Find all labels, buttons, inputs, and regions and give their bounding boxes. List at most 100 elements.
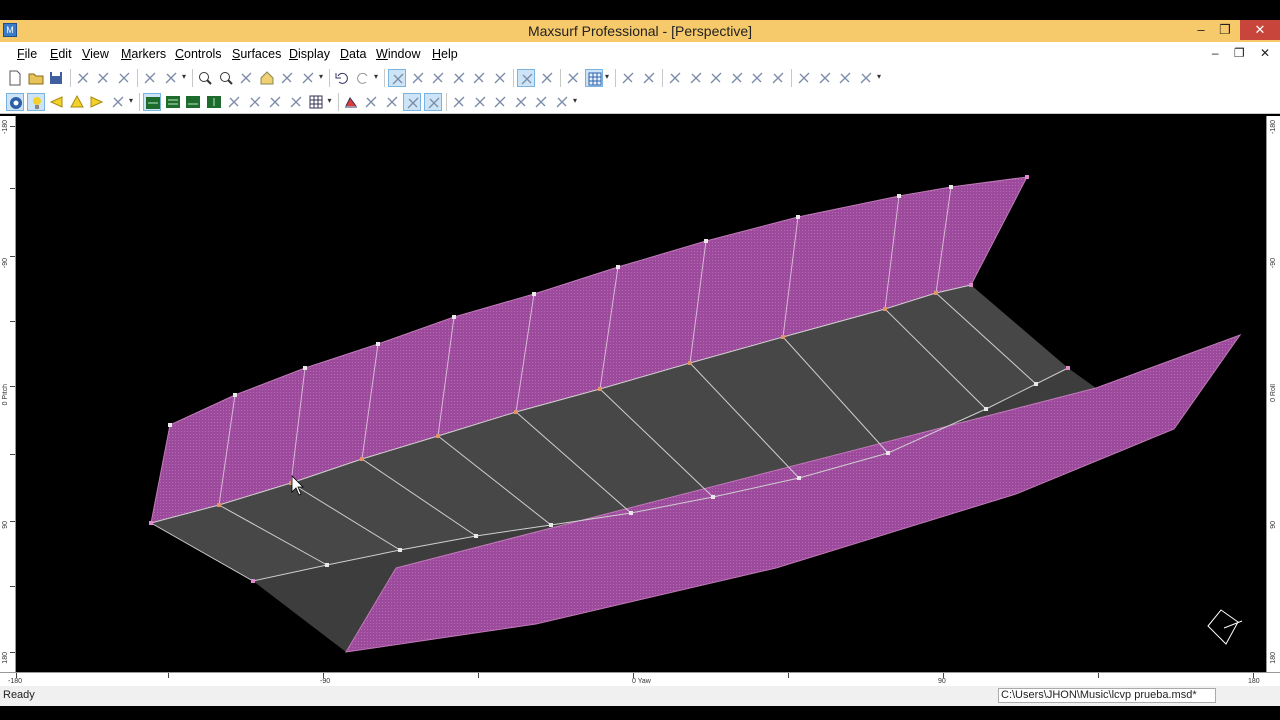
group-icon[interactable] [491, 69, 509, 87]
controls-on-icon[interactable] [538, 69, 556, 87]
diagonals-icon[interactable] [287, 93, 305, 111]
align-icon[interactable] [470, 69, 488, 87]
menu-surfaces[interactable]: Surfaces [232, 47, 281, 61]
bond-icon[interactable] [728, 69, 746, 87]
menu-data[interactable]: Data [340, 47, 366, 61]
arrow-left-icon[interactable] [47, 93, 65, 111]
perspective-viewport[interactable] [16, 116, 1266, 672]
new-file-icon[interactable] [6, 69, 24, 87]
curve-icon[interactable] [564, 69, 582, 87]
mirror-icon[interactable] [423, 93, 442, 111]
design-grid-icon[interactable] [553, 93, 571, 111]
menu-edit[interactable]: Edit [50, 47, 72, 61]
mdi-window-controls[interactable]: – ❐ ✕ [1212, 46, 1276, 60]
paste-icon[interactable] [115, 69, 133, 87]
fit-icon[interactable] [836, 69, 854, 87]
yaw-ruler[interactable]: -180 -90 0 Yaw 90 180 [0, 672, 1280, 686]
hide-icon[interactable] [512, 93, 530, 111]
dropdown-arrow-icon[interactable]: ▾ [374, 72, 378, 81]
dropdown-arrow-icon[interactable]: ▾ [182, 72, 186, 81]
shade-icon[interactable] [299, 69, 317, 87]
trim-icon[interactable] [403, 93, 421, 111]
globe-icon[interactable] [6, 93, 24, 111]
show-icon[interactable] [471, 93, 489, 111]
redo-icon[interactable] [354, 69, 372, 87]
dropdown-arrow-icon[interactable]: ▾ [877, 72, 881, 81]
close-button[interactable]: ✕ [1240, 20, 1280, 40]
pointer-icon[interactable] [450, 69, 468, 87]
circle-icon[interactable] [640, 69, 658, 87]
cut-icon[interactable] [74, 69, 92, 87]
orientation-gizmo-icon [1207, 609, 1243, 645]
menu-file[interactable]: File [17, 47, 37, 61]
straighten-icon[interactable] [748, 69, 766, 87]
open-folder-icon[interactable] [27, 69, 45, 87]
pitch-tick-label: -180 [2, 120, 9, 135]
plan-icon[interactable] [164, 93, 182, 111]
pitch-tick-label: 90 [2, 521, 9, 529]
pan-icon[interactable] [237, 69, 255, 87]
line-icon[interactable] [666, 69, 684, 87]
toolbar-separator [615, 69, 616, 87]
arrow-right-icon[interactable] [88, 93, 106, 111]
help-icon[interactable] [162, 69, 180, 87]
buttocks-icon[interactable] [246, 93, 264, 111]
roll-tick-label: 90 [1270, 521, 1277, 529]
menu-controls[interactable]: Controls [175, 47, 222, 61]
menu-window[interactable]: Window [376, 47, 420, 61]
dropdown-arrow-icon[interactable]: ▾ [573, 96, 577, 105]
restore-button[interactable]: ❐ [1210, 20, 1240, 40]
develop-icon[interactable] [532, 93, 550, 111]
save-icon[interactable] [47, 69, 65, 87]
smooth-icon[interactable] [769, 69, 787, 87]
tri-icon[interactable] [68, 93, 86, 111]
arc-icon[interactable] [687, 69, 705, 87]
select-controls-icon[interactable] [388, 69, 406, 87]
undo-icon[interactable] [333, 69, 351, 87]
dropdown-arrow-icon[interactable]: ▾ [129, 96, 133, 105]
render-icon[interactable] [491, 93, 509, 111]
roll-tick-label: -180 [1270, 120, 1277, 135]
pitch-ruler[interactable]: -180 -90 0 Pitch 90 180 [0, 116, 16, 672]
menu-display[interactable]: Display [289, 47, 330, 61]
copy-icon[interactable] [94, 69, 112, 87]
contours-icon[interactable] [450, 93, 468, 111]
tangent-icon[interactable] [707, 69, 725, 87]
flatten-icon[interactable] [795, 69, 813, 87]
dropdown-arrow-icon[interactable]: ▾ [328, 96, 332, 105]
display-icon[interactable] [109, 93, 127, 111]
pen-icon[interactable] [619, 69, 637, 87]
roll-ruler[interactable]: -180 -90 0 Roll 90 180 [1266, 116, 1280, 672]
menu-view[interactable]: View [82, 47, 109, 61]
sections-icon[interactable] [225, 93, 243, 111]
add-control-icon[interactable] [409, 69, 427, 87]
perspective-icon[interactable] [205, 93, 223, 111]
yaw-tick-label: 0 Yaw [632, 678, 651, 685]
delete-control-icon[interactable] [429, 69, 447, 87]
menu-help[interactable]: Help [432, 47, 458, 61]
home-view-icon[interactable] [258, 69, 276, 87]
curvature-icon[interactable] [342, 93, 360, 111]
body-plan-icon[interactable] [143, 93, 161, 111]
zoom-out-icon[interactable] [217, 69, 235, 87]
dropdown-arrow-icon[interactable]: ▾ [319, 72, 323, 81]
hull-render[interactable] [16, 116, 1266, 672]
crop-icon[interactable] [857, 69, 875, 87]
dropdown-arrow-icon[interactable]: ▾ [605, 72, 609, 81]
print-icon[interactable] [141, 69, 159, 87]
net-icon[interactable] [362, 93, 380, 111]
grid-icon[interactable] [584, 69, 603, 87]
table-icon[interactable] [307, 93, 325, 111]
extrude-icon[interactable] [816, 69, 834, 87]
light-icon[interactable] [26, 93, 45, 111]
compact-icon[interactable] [517, 69, 535, 87]
surface-icon[interactable] [383, 93, 401, 111]
zoom-in-icon[interactable] [196, 69, 214, 87]
rotate-icon[interactable] [278, 69, 296, 87]
menu-markers[interactable]: Markers [121, 47, 166, 61]
yaw-tick-mark [943, 673, 944, 678]
pitch-tick-mark [10, 321, 15, 322]
waterlines-icon[interactable] [266, 93, 284, 111]
profile-icon[interactable] [184, 93, 202, 111]
toolbar-separator [513, 69, 514, 87]
